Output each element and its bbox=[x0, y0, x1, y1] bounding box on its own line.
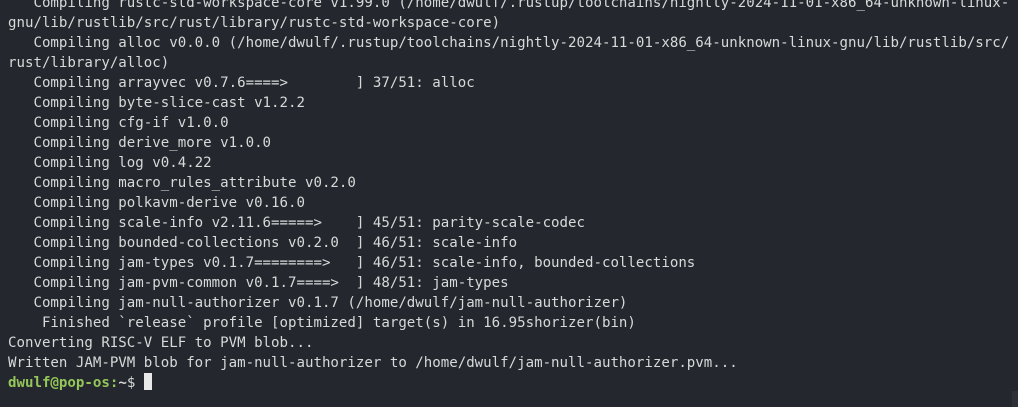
prompt-user-host: dwulf@pop-os bbox=[8, 375, 110, 391]
output-line: Written JAM-PVM blob for jam-null-author… bbox=[8, 355, 738, 371]
output-line: Compiling byte-slice-cast v1.2.2 bbox=[8, 95, 305, 111]
output-line: Compiling jam-null-authorizer v0.1.7 (/h… bbox=[8, 295, 628, 311]
shell-prompt[interactable]: dwulf@pop-os:~$ bbox=[8, 373, 1008, 393]
output-line: Compiling arrayvec v0.7.6====> ] 37/51: … bbox=[8, 75, 475, 91]
output-line: Compiling bounded-collections v0.2.0 ] 4… bbox=[8, 235, 518, 251]
terminal-window[interactable]: Compiling rustc-std-workspace-core v1.99… bbox=[0, 0, 1018, 407]
output-line: rust/library/alloc) bbox=[8, 55, 170, 71]
output-line: Compiling log v0.4.22 bbox=[8, 155, 212, 171]
output-line: Compiling cfg-if v1.0.0 bbox=[8, 115, 229, 131]
output-line: Compiling macro_rules_attribute v0.2.0 bbox=[8, 175, 356, 191]
output-line: Compiling alloc v0.0.0 (/home/dwulf/.rus… bbox=[8, 35, 1010, 51]
output-line: gnu/lib/rustlib/src/rust/library/rustc-s… bbox=[8, 15, 501, 31]
output-line: Compiling derive_more v1.0.0 bbox=[8, 135, 272, 151]
output-line: Compiling jam-types v0.1.7========> ] 46… bbox=[8, 255, 696, 271]
output-line: Compiling jam-pvm-common v0.1.7====> ] 4… bbox=[8, 275, 509, 291]
prompt-path: ~ bbox=[118, 375, 127, 391]
output-line: Compiling polkavm-derive v0.16.0 bbox=[8, 195, 305, 211]
output-line: Converting RISC-V ELF to PVM blob... bbox=[8, 335, 314, 351]
scrollbar[interactable] bbox=[1012, 391, 1018, 407]
output-line: Compiling rustc-std-workspace-core v1.99… bbox=[8, 0, 1010, 11]
output-line: Finished `release` profile [optimized] t… bbox=[8, 315, 636, 331]
text-cursor bbox=[143, 373, 152, 390]
prompt-symbol: $ bbox=[126, 375, 144, 391]
terminal-output: Compiling rustc-std-workspace-core v1.99… bbox=[8, 0, 1010, 393]
output-line: Compiling scale-info v2.11.6=====> ] 45/… bbox=[8, 215, 585, 231]
